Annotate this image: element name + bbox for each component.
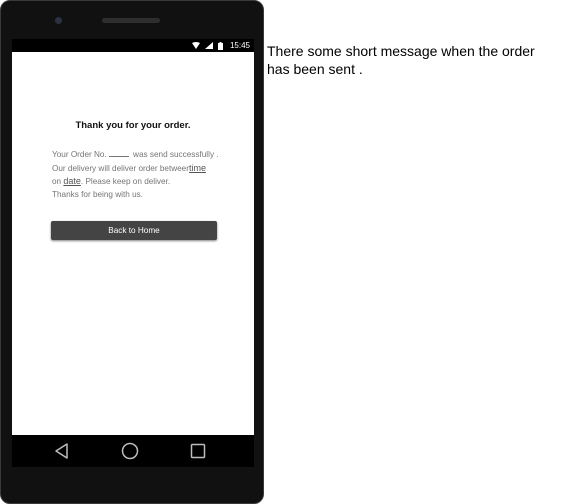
signal-icon <box>204 42 213 49</box>
delivery-text: Our delivery will deliver order betweer <box>52 163 189 173</box>
time-placeholder: time <box>188 162 206 173</box>
message-line-thanks: Thanks for being with us. <box>52 189 144 199</box>
message-line-delivery: Our delivery will deliver order betweert… <box>52 162 242 176</box>
message-line-date: on date. Please keep on deliver. <box>52 175 242 189</box>
annotation-note: There some short message when the order … <box>267 43 535 77</box>
front-camera <box>55 17 62 24</box>
page-title: Thank you for your order. <box>75 120 191 131</box>
stage: 15:45 Thank you for your order. Your Ord… <box>0 0 565 504</box>
back-triangle-icon[interactable] <box>52 441 72 461</box>
earpiece-speaker <box>102 18 160 23</box>
android-nav-bar <box>12 435 254 467</box>
confirmation-message: Your Order No. was send successfully . O… <box>52 148 242 201</box>
wifi-icon <box>191 42 200 49</box>
message-line-order: Your Order No. was send successfully . <box>52 148 242 162</box>
date-placeholder: date <box>63 176 81 186</box>
keep-on-text: . Please keep on deliver. <box>80 177 171 186</box>
status-icons: 15:45 <box>191 39 250 52</box>
phone-screen: 15:45 Thank you for your order. Your Ord… <box>12 39 254 467</box>
order-number-blank <box>108 148 129 157</box>
status-time: 15:45 <box>229 41 250 50</box>
order-sent-text: was send successfully . <box>130 150 219 159</box>
order-no-label: Your Order No. <box>52 150 107 159</box>
battery-icon <box>217 41 223 50</box>
on-text: on <box>52 177 64 186</box>
home-circle-icon[interactable] <box>120 441 140 461</box>
recents-square-icon[interactable] <box>188 441 208 461</box>
status-bar: 15:45 <box>12 39 254 52</box>
phone-frame: 15:45 Thank you for your order. Your Ord… <box>0 0 264 504</box>
back-to-home-button[interactable]: Back to Home <box>51 221 217 240</box>
order-confirmation-content: Thank you for your order. Your Order No.… <box>12 52 254 434</box>
